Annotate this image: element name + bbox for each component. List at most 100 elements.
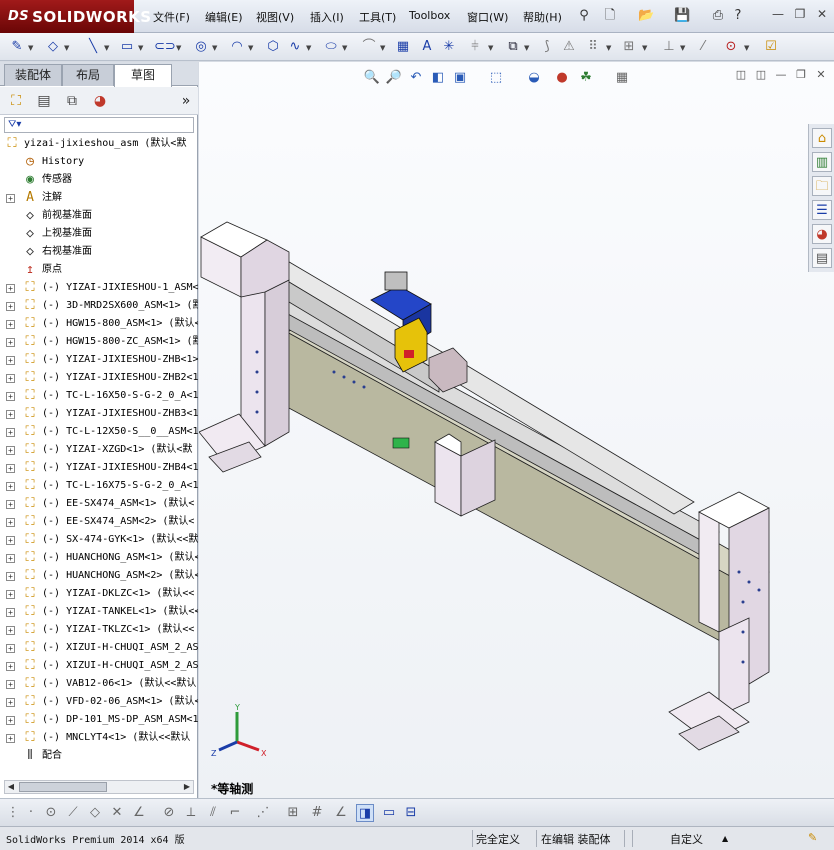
tab-layout[interactable]: 布局 [62,64,114,86]
tree-item[interactable]: + ⛶ (-) HUANCHONG_ASM<2> (默认< [0,567,198,585]
configuration-manager-icon[interactable]: ⧉ [62,91,82,111]
expand-toggle-icon[interactable]: + [6,644,15,653]
tree-item[interactable]: ◷ History [0,153,198,171]
mirror-icon[interactable]: ⚠ [560,38,578,56]
split-view-icon[interactable]: ⊟ [402,804,420,822]
polygon-icon[interactable]: ⬡ [264,38,282,56]
quick-snaps-icon[interactable]: ⊙ [722,38,740,56]
shaded-view-icon[interactable]: ◨ [356,804,374,822]
expand-toggle-icon[interactable]: + [6,482,15,491]
parallel-snap-icon[interactable]: ⫽ [204,804,222,822]
intersection-snap-icon[interactable]: ✕ [108,804,126,822]
appearances-scenes-icon[interactable]: ◕ [812,224,832,244]
convert-entities-icon[interactable]: ⧉ [504,38,522,56]
tree-item[interactable]: ↥ 原点 [0,261,198,279]
expand-toggle-icon[interactable]: + [6,518,15,527]
tree-item[interactable]: + ⛶ (-) XIZUI-H-CHUQI_ASM_2_AS [0,639,198,657]
tree-item[interactable]: + ⛶ (-) EE-SX474_ASM<2> (默认< [0,513,198,531]
tree-item[interactable]: + ⛶ (-) TC-L-12X50-S__0__ASM<1 [0,423,198,441]
expand-toggle-icon[interactable]: + [6,698,15,707]
display-relations-icon[interactable]: ⊥ [660,38,678,56]
rectangle-icon[interactable]: ▭ [118,38,136,56]
tree-item[interactable]: + ⛶ (-) TC-L-16X75-S-G-2_0_A<1 [0,477,198,495]
grid-icon[interactable]: # [308,804,326,822]
slot-icon[interactable]: ⊂⊃ [154,38,176,56]
plane-icon[interactable]: ▦ [394,38,412,56]
design-library-icon[interactable]: ▥ [812,152,832,172]
tree-item[interactable]: + ⛶ (-) YIZAI-JIXIESHOU-ZHB3<1 [0,405,198,423]
expand-toggle-icon[interactable]: + [6,284,15,293]
menu-file[interactable]: 文件(F) [153,9,190,25]
tree-item[interactable]: ⫴ 配合 [0,747,198,765]
tree-item[interactable]: + ⛶ (-) TC-L-16X50-S-G-2_0_A<1 [0,387,198,405]
help-icon[interactable]: ? [730,8,746,24]
center-snap-icon[interactable]: ⊙ [42,804,60,822]
expand-toggle-icon[interactable]: + [6,662,15,671]
tangent-snap-icon[interactable]: ⊘ [160,804,178,822]
expand-toggle-icon[interactable]: + [6,428,15,437]
tree-item[interactable]: ◇ 上视基准面 [0,225,198,243]
offset-icon[interactable]: ⟆ [538,38,556,56]
expand-toggle-icon[interactable]: + [6,680,15,689]
nearest-snap-icon[interactable]: ∠ [130,804,148,822]
text-icon[interactable]: A [418,38,436,56]
tree-item[interactable]: + ⛶ (-) 3D-MRD2SX600_ASM<1> (默 [0,297,198,315]
feature-tree-icon[interactable]: ⛶ [6,91,26,111]
arc-icon[interactable]: ◠ [228,38,246,56]
tree-item[interactable]: + ⛶ (-) XIZUI-H-CHUQI_ASM_2_AS [0,657,198,675]
menu-help[interactable]: 帮助(H) [523,9,562,25]
expand-toggle-icon[interactable]: + [6,554,15,563]
file-explorer-icon[interactable]: 🗀 [812,176,832,196]
expand-toggle-icon[interactable]: + [6,590,15,599]
menu-view[interactable]: 视图(V) [256,9,294,25]
spline-icon[interactable]: ∿ [286,38,304,56]
unit-system-arrow[interactable]: ▲ [722,834,728,843]
tree-item[interactable]: + ⛶ (-) VFD-02-06_ASM<1> (默认< [0,693,198,711]
open-folder-icon[interactable]: 📂 [638,8,654,24]
tab-sketch[interactable]: 草图 [114,64,172,87]
appearance-icon[interactable]: ◕ [90,91,110,111]
repair-sketch-icon[interactable]: ⁄ [694,38,712,56]
ellipse-icon[interactable]: ⬭ [322,38,340,56]
scroll-left-icon[interactable]: ◀ [5,781,17,793]
tree-item[interactable]: + ⛶ (-) YIZAI-JIXIESHOU-ZHB4<1 [0,459,198,477]
tree-item[interactable]: ◇ 右视基准面 [0,243,198,261]
tree-item[interactable]: + ⛶ (-) YIZAI-XZGD<1> (默认<默 [0,441,198,459]
expand-toggle-icon[interactable]: + [6,320,15,329]
menu-window[interactable]: 窗口(W) [467,9,508,25]
new-document-icon[interactable]: 🗋 [602,8,618,24]
line-icon[interactable]: ╲ [84,38,102,56]
fillet-icon[interactable]: ⌒ [360,38,378,56]
view-selector-icon[interactable]: ▭ [380,804,398,822]
move-entities-icon[interactable]: ⊞ [620,38,638,56]
tree-item[interactable]: + ⛶ (-) SX-474-GYK<1> (默认<<默 [0,531,198,549]
tree-item[interactable]: ◇ 前视基准面 [0,207,198,225]
save-icon[interactable]: 💾 [674,8,690,24]
tree-item[interactable]: + ⛶ (-) HGW15-800-ZC_ASM<1> (默 [0,333,198,351]
expand-toggle-icon[interactable]: + [6,338,15,347]
scroll-right-icon[interactable]: ▶ [181,781,193,793]
angle-snap-icon[interactable]: ⋰ [254,804,272,822]
assembly-model[interactable] [199,62,834,798]
tree-root[interactable]: ⛶ yizai-jixieshou_asm (默认<默 [0,135,198,153]
quadrant-snap-icon[interactable]: ◇ [86,804,104,822]
tree-item[interactable]: + ⛶ (-) YIZAI-JIXIESHOU-ZHB<1> [0,351,198,369]
tree-item[interactable]: + ⛶ (-) EE-SX474_ASM<1> (默认< [0,495,198,513]
point-snap-icon[interactable]: · [22,804,40,822]
rapid-sketch-icon[interactable]: ☑ [762,38,780,56]
tree-item[interactable]: + ⛶ (-) DP-101_MS-DP_ASM_ASM<1 [0,711,198,729]
expand-toggle-icon[interactable]: + [6,716,15,725]
angle-icon[interactable]: ∠ [332,804,350,822]
perpendicular-snap-icon[interactable]: ⟂ [182,804,200,822]
point-icon[interactable]: ✳ [440,38,458,56]
expand-toggle-icon[interactable]: + [6,464,15,473]
menu-toolbox[interactable]: Toolbox [409,9,450,22]
smart-dimension-icon[interactable]: ◇ [44,38,62,56]
grid-snap-icon[interactable]: ⊞ [284,804,302,822]
circle-icon[interactable]: ◎ [192,38,210,56]
restore-icon[interactable]: ❐ [792,6,808,22]
tree-item[interactable]: + ⛶ (-) HUANCHONG_ASM<1> (默认< [0,549,198,567]
tree-item[interactable]: + ⛶ (-) YIZAI-TKLZC<1> (默认<< [0,621,198,639]
home-icon[interactable]: ⌂ [812,128,832,148]
tree-filter[interactable]: ⛛▾ [4,117,194,133]
